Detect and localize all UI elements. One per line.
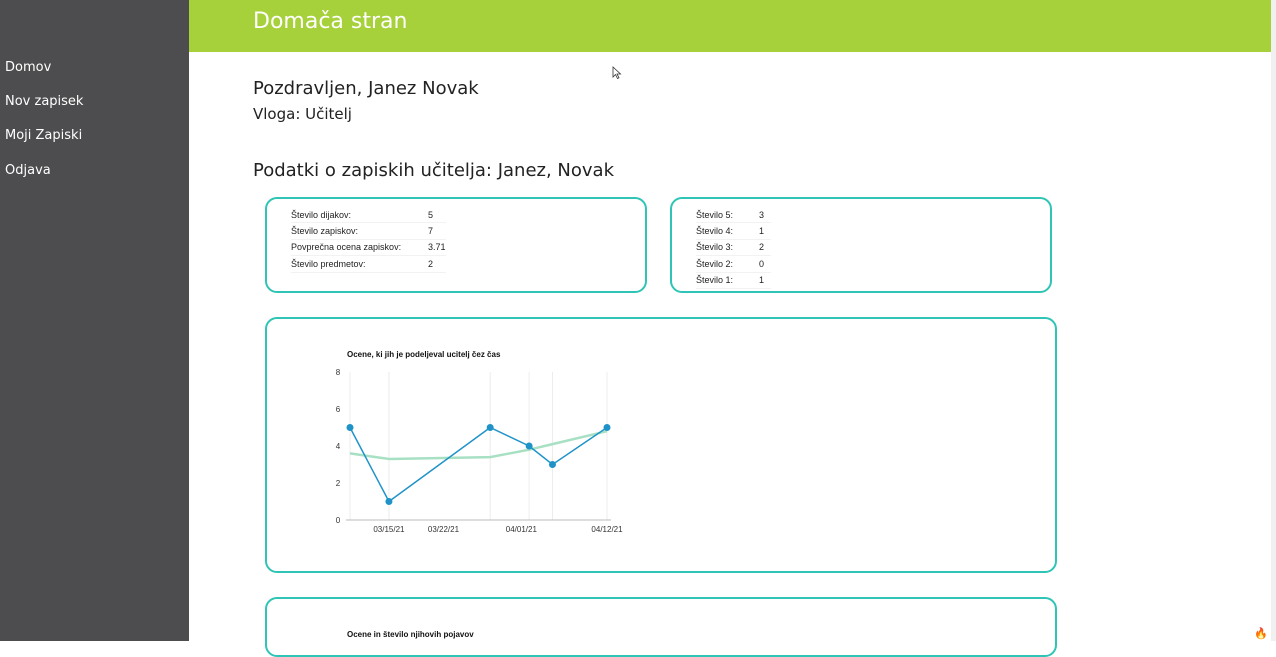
scrollbar-track[interactable] <box>1271 0 1276 641</box>
data-point <box>486 424 494 431</box>
grade-frequency-card: Ocene in število njihovih pojavov <box>265 597 1057 657</box>
y-tick-label: 6 <box>336 405 341 414</box>
stat-value: 2 <box>428 255 446 273</box>
sidebar-item-moji-zapiski[interactable]: Moji Zapiski <box>5 128 82 143</box>
grade-label: Število 4: <box>696 222 759 240</box>
table-row: Povprečna ocena zapiskov: 3.71 <box>291 239 446 257</box>
grade-counts-table: Število 5: 3 Število 4: 1 Število 3: 2 Š… <box>696 207 771 289</box>
table-row: Število 4: 1 <box>696 222 771 240</box>
stat-label: Število dijakov: <box>291 207 428 224</box>
grade-label: Število 2: <box>696 255 759 273</box>
grades-over-time-card: Ocene, ki jih je podeljeval ucitelj čez … <box>265 317 1057 573</box>
grade-value: 2 <box>759 239 771 257</box>
grade-counts-card: Število 5: 3 Število 4: 1 Število 3: 2 Š… <box>670 197 1052 293</box>
stat-label: Povprečna ocena zapiskov: <box>291 239 428 257</box>
x-tick-label: 04/01/21 <box>506 525 538 534</box>
grade-value: 1 <box>759 222 771 240</box>
y-tick-label: 0 <box>336 516 341 525</box>
x-tick-label: 03/22/21 <box>428 525 460 534</box>
table-row: Število 3: 2 <box>696 239 771 257</box>
section-title: Podatki o zapiskih učitelja: Janez, Nova… <box>253 160 615 181</box>
greeting-text: Pozdravljen, Janez Novak <box>253 78 479 99</box>
data-point <box>548 461 556 468</box>
data-point <box>385 498 393 505</box>
sidebar-item-nov-zapisek[interactable]: Nov zapisek <box>5 94 83 109</box>
stat-value: 5 <box>428 207 446 224</box>
summary-stats-card: Število dijakov: 5 Število zapiskov: 7 P… <box>265 197 647 293</box>
stat-value: 3.71 <box>428 239 446 257</box>
flame-icon: 🔥 <box>1254 628 1268 640</box>
mouse-cursor-icon <box>612 66 622 80</box>
y-tick-label: 2 <box>336 479 341 488</box>
sidebar-item-domov[interactable]: Domov <box>5 60 51 75</box>
table-row: Število 2: 0 <box>696 255 771 273</box>
grades-line-chart: 0 2 4 6 8 03/15/21 03/22/21 04/01/21 04/12/21 <box>336 368 623 534</box>
sidebar-item-odjava[interactable]: Odjava <box>5 163 51 178</box>
data-point <box>603 424 611 431</box>
grade-value: 1 <box>759 272 771 289</box>
table-row: Število 5: 3 <box>696 207 771 224</box>
data-point <box>346 424 354 431</box>
header-bar: Domača stran <box>189 0 1271 52</box>
y-tick-label: 8 <box>336 368 341 377</box>
summary-stats-table: Število dijakov: 5 Število zapiskov: 7 P… <box>291 207 446 273</box>
x-tick-label: 03/15/21 <box>373 525 405 534</box>
x-tick-label: 04/12/21 <box>591 525 623 534</box>
grade-value: 0 <box>759 255 771 273</box>
stat-value: 7 <box>428 222 446 240</box>
stat-label: Število zapiskov: <box>291 222 428 240</box>
data-point <box>525 442 533 450</box>
grade-label: Število 5: <box>696 207 759 224</box>
chart-title: Ocene in število njihovih pojavov <box>347 630 474 639</box>
grade-value: 3 <box>759 207 771 224</box>
role-text: Vloga: Učitelj <box>253 105 352 123</box>
table-row: Število predmetov: 2 <box>291 255 446 273</box>
table-row: Število dijakov: 5 <box>291 207 446 224</box>
y-tick-label: 4 <box>336 442 341 451</box>
table-row: Število 1: 1 <box>696 272 771 289</box>
stat-label: Število predmetov: <box>291 255 428 273</box>
table-row: Število zapiskov: 7 <box>291 222 446 240</box>
sidebar: Domov Nov zapisek Moji Zapiski Odjava <box>0 0 189 641</box>
grade-label: Število 3: <box>696 239 759 257</box>
grade-label: Število 1: <box>696 272 759 289</box>
page-title: Domača stran <box>253 9 408 34</box>
